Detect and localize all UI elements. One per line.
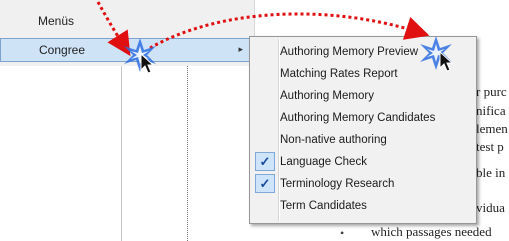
mouse-cursor-icon (439, 50, 454, 72)
annotation-overlay (96, 1, 454, 74)
annotation-arrow (96, 1, 131, 57)
click-spark-icon (124, 38, 156, 72)
annotation-arrow (149, 12, 430, 50)
